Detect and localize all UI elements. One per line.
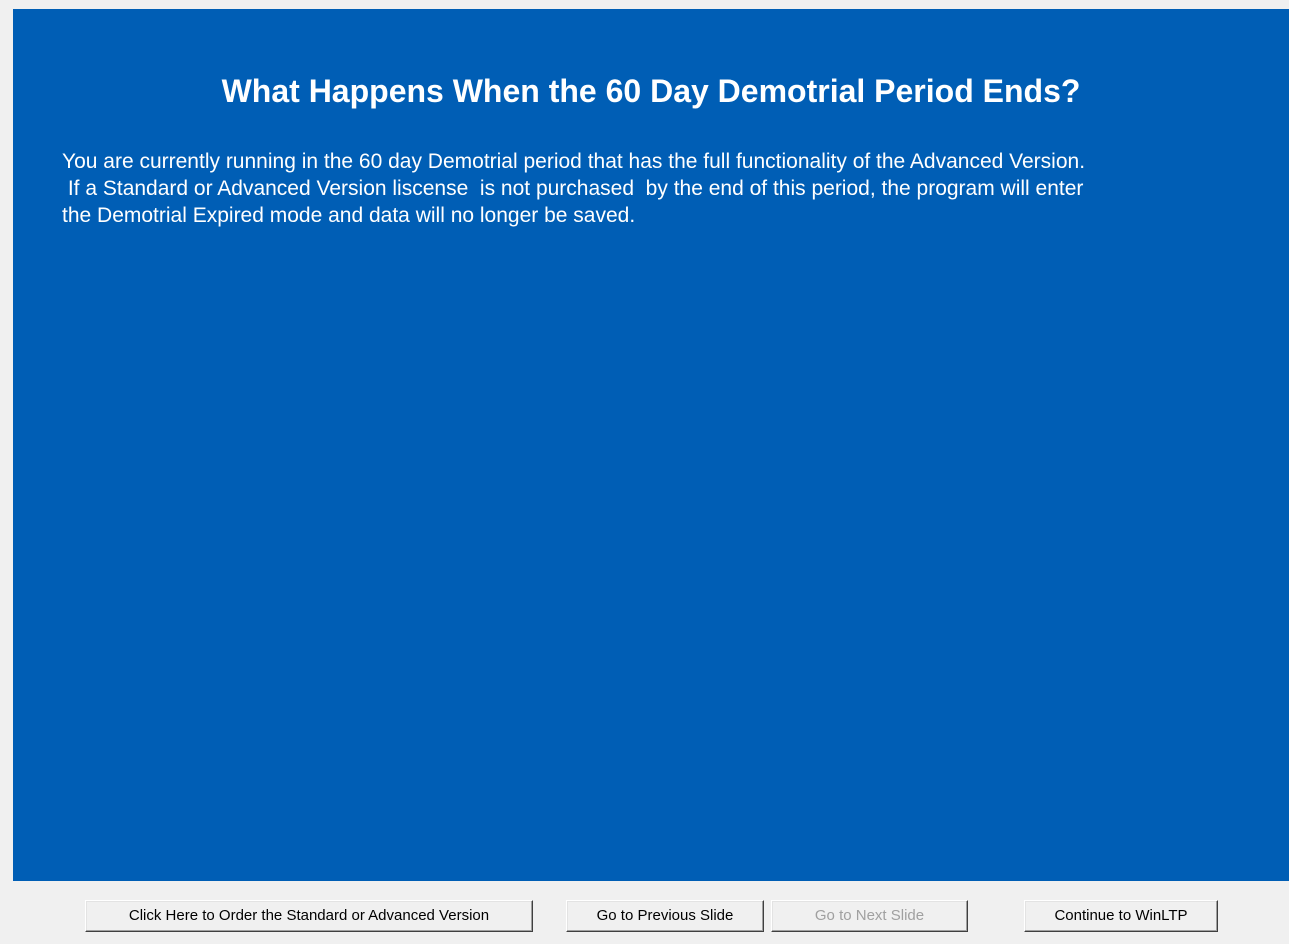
slide-body-line: If a Standard or Advanced Version liscen… <box>62 177 1084 200</box>
order-version-button[interactable]: Click Here to Order the Standard or Adva… <box>85 900 533 932</box>
continue-to-winltp-button[interactable]: Continue to WinLTP <box>1024 900 1218 932</box>
next-slide-button[interactable]: Go to Next Slide <box>771 900 968 932</box>
slide-title: What Happens When the 60 Day Demotrial P… <box>221 73 1081 109</box>
slide-body-line: You are currently running in the 60 day … <box>62 150 1086 173</box>
slide-body-line: the Demotrial Expired mode and data will… <box>62 204 636 227</box>
slide-body-text: You are currently running in the 60 day … <box>62 148 1262 229</box>
previous-slide-button[interactable]: Go to Previous Slide <box>566 900 764 932</box>
slide-panel: What Happens When the 60 Day Demotrial P… <box>13 9 1289 881</box>
